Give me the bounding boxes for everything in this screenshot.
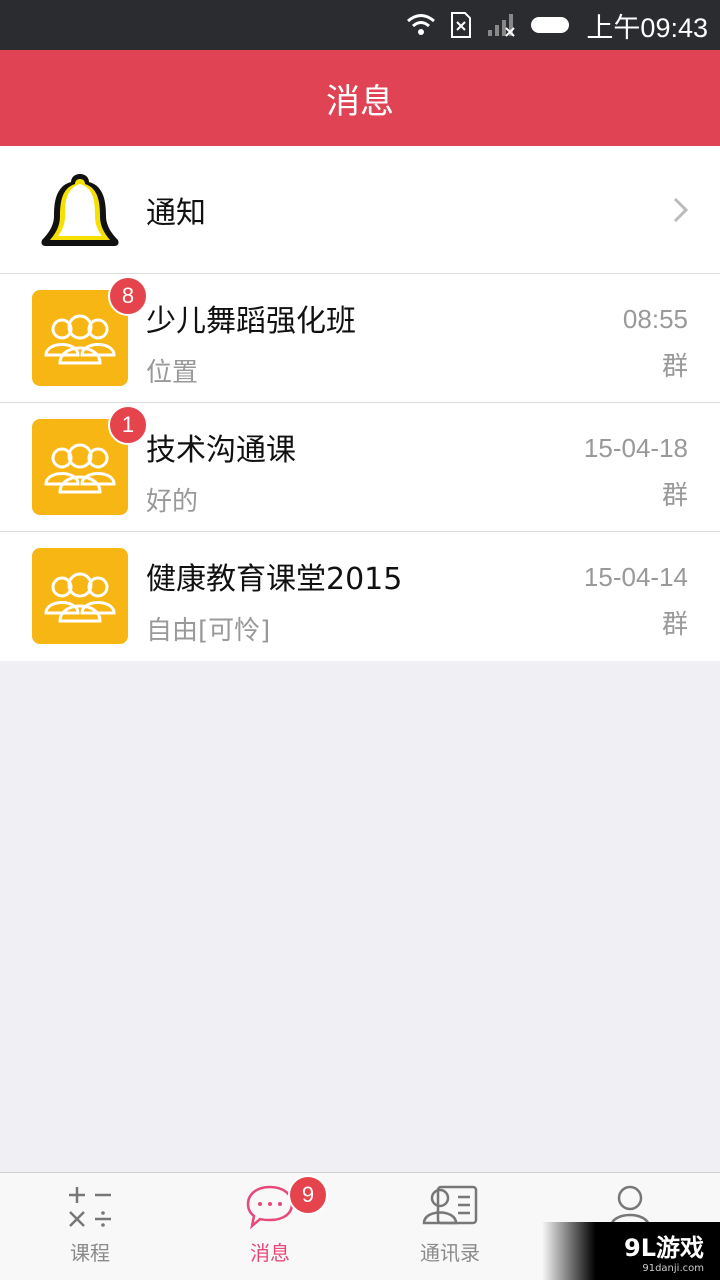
- page-title: 消息: [326, 81, 394, 122]
- conversation-type: 群: [661, 352, 688, 382]
- tab-label: 消息: [250, 1241, 290, 1265]
- conversation-type: 群: [661, 610, 688, 640]
- group-icon: [44, 443, 116, 494]
- signal-icon: [486, 12, 516, 38]
- status-bar: 上午09:43: [0, 0, 720, 50]
- conversation-last-message: 好的: [146, 487, 199, 517]
- math-symbols-icon: [65, 1183, 115, 1233]
- conversation-name: 少儿舞蹈强化班: [146, 304, 356, 339]
- conversation-time: 15-04-18: [583, 433, 688, 463]
- bell-icon: [34, 168, 126, 252]
- notification-label: 通知: [146, 195, 206, 231]
- conversation-name: 健康教育课堂2015: [146, 562, 403, 597]
- watermark-logo: 9L游戏: [624, 1234, 704, 1262]
- sim-missing-icon: [450, 11, 472, 39]
- chevron-right-icon: [672, 196, 690, 228]
- unread-badge: 9: [288, 1175, 328, 1215]
- watermark-url: 91danji.com: [642, 1263, 704, 1274]
- watermark: 9L游戏 91danji.com: [542, 1222, 720, 1280]
- contacts-card-icon: [420, 1183, 480, 1233]
- group-avatar: [32, 548, 128, 644]
- conversation-type: 群: [661, 481, 688, 511]
- tab-contacts[interactable]: 通讯录: [360, 1173, 540, 1280]
- tab-courses[interactable]: 课程: [0, 1173, 180, 1280]
- conversation-last-message: 位置: [146, 358, 199, 388]
- group-icon: [44, 572, 116, 623]
- conversation-row[interactable]: 8 少儿舞蹈强化班 位置 08:55 群: [0, 274, 720, 403]
- title-bar: 消息: [0, 50, 720, 146]
- conversation-time: 15-04-14: [583, 562, 688, 592]
- tab-messages[interactable]: 消息 9: [180, 1173, 360, 1280]
- group-icon: [44, 314, 116, 365]
- conversation-row[interactable]: 健康教育课堂2015 自由[可怜] 15-04-14 群: [0, 532, 720, 661]
- unread-badge: 8: [108, 276, 148, 316]
- battery-icon: [530, 15, 572, 35]
- conversation-row[interactable]: 1 技术沟通课 好的 15-04-18 群: [0, 403, 720, 532]
- notification-row[interactable]: 通知: [0, 146, 720, 274]
- tab-label: 通讯录: [420, 1241, 480, 1265]
- unread-badge: 1: [108, 405, 148, 445]
- tab-label: 课程: [70, 1241, 110, 1265]
- wifi-icon: [406, 13, 436, 37]
- status-time: 上午09:43: [586, 12, 708, 43]
- conversation-last-message: 自由[可怜]: [146, 616, 271, 646]
- conversation-name: 技术沟通课: [146, 433, 296, 468]
- message-list: 通知 8 少儿舞蹈强化班 位置 08:55 群 1 技术沟通课 好的 15-04…: [0, 146, 720, 661]
- conversation-time: 08:55: [622, 304, 688, 334]
